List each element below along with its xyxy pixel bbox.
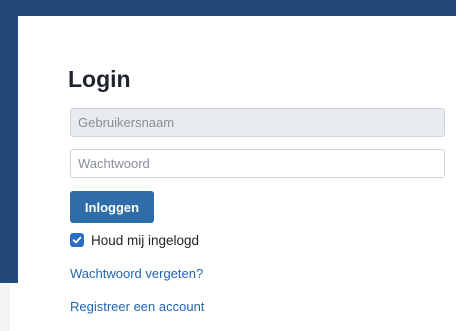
remember-me-checkbox[interactable]: [70, 233, 84, 247]
remember-me-label[interactable]: Houd mij ingelogd: [91, 233, 199, 248]
forgot-password-link[interactable]: Wachtwoord vergeten?: [70, 266, 203, 281]
page-title: Login: [68, 66, 131, 92]
password-input[interactable]: [70, 149, 445, 178]
register-account-link[interactable]: Registreer een account: [70, 299, 204, 314]
login-button[interactable]: Inloggen: [70, 191, 154, 223]
login-card: Login Inloggen Houd mij ingelogd Wachtwo…: [18, 16, 456, 331]
username-input[interactable]: [70, 108, 445, 137]
page-frame-footer: [0, 283, 10, 331]
remember-me-row[interactable]: Houd mij ingelogd: [70, 231, 199, 249]
check-icon: [72, 236, 82, 244]
